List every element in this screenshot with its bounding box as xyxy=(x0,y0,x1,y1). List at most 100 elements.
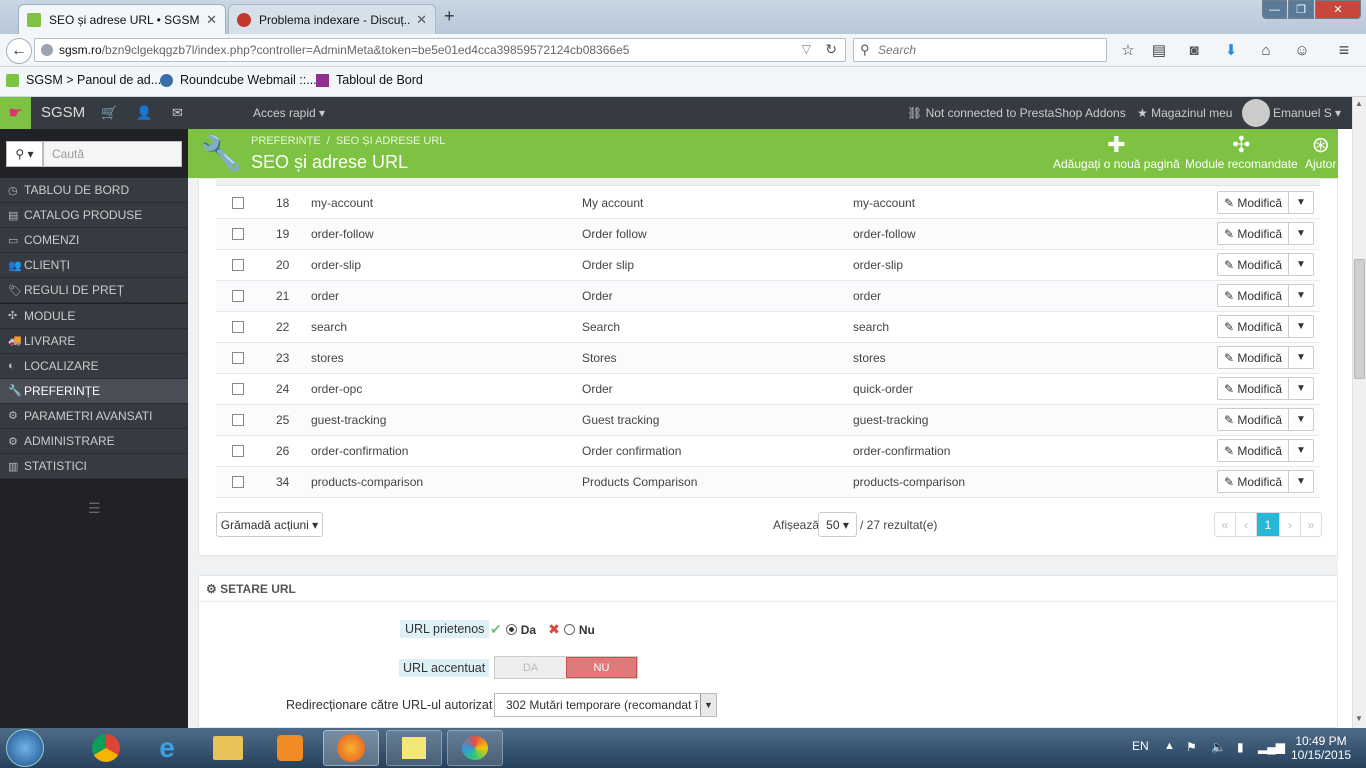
page-number[interactable]: 1 xyxy=(1257,513,1279,536)
row-checkbox[interactable] xyxy=(232,414,244,426)
sidebar-item[interactable]: 🚚 LIVRARE xyxy=(0,328,188,354)
edit-button[interactable]: ✎ Modifică xyxy=(1218,440,1289,461)
caret-down-icon[interactable]: ▼ xyxy=(1289,321,1313,332)
pocket-icon[interactable]: ◙ xyxy=(1184,40,1204,60)
row-checkbox[interactable] xyxy=(232,197,244,209)
caret-down-icon[interactable]: ▼ xyxy=(1289,445,1313,456)
close-tab-icon[interactable]: ✕ xyxy=(416,12,427,28)
sidebar-item[interactable]: ▤ CATALOG PRODUSE xyxy=(0,203,188,229)
maximize-button[interactable]: ❐ xyxy=(1288,0,1314,19)
bookmark-item[interactable]: SGSM > Panoul de ad... xyxy=(6,73,161,87)
close-tab-icon[interactable]: ✕ xyxy=(206,12,217,28)
next-page-icon[interactable]: › xyxy=(1279,513,1300,536)
brand-name[interactable]: SGSM xyxy=(41,104,85,121)
row-checkbox[interactable] xyxy=(232,321,244,333)
search-type-dropdown[interactable]: ⚲ ▾ xyxy=(6,141,43,167)
menu-icon[interactable]: ≡ xyxy=(1334,40,1354,60)
sidebar-item[interactable]: 🔧 PREFERINȚE xyxy=(0,378,188,404)
chevron-down-icon[interactable]: ▼ xyxy=(700,694,716,716)
browser-tab-active[interactable]: SEO și adrese URL • SGSM ✕ xyxy=(18,4,226,34)
caret-down-icon[interactable]: ▼ xyxy=(1289,352,1313,363)
orders-cart-icon[interactable]: 🛒 xyxy=(101,105,117,121)
clock[interactable]: 10:49 PM 10/15/2015 xyxy=(1291,734,1351,762)
explorer-app[interactable] xyxy=(200,730,256,766)
breadcrumb-item[interactable]: SEO ȘI ADRESE URL xyxy=(336,135,445,147)
action-center-icon[interactable]: ⚑ xyxy=(1186,740,1197,754)
sidebar-item[interactable]: ◐ LOCALIZARE xyxy=(0,353,188,379)
chrome-app[interactable] xyxy=(78,730,134,766)
paint-app[interactable] xyxy=(447,730,503,766)
home-icon[interactable]: ⌂ xyxy=(1256,40,1276,60)
back-button[interactable]: ← xyxy=(6,38,32,64)
sidebar-item[interactable]: 👥 CLIENȚI xyxy=(0,253,188,279)
collapse-menu-icon[interactable]: ☰ xyxy=(88,500,101,517)
logo-icon[interactable]: ☛ xyxy=(0,97,31,129)
caret-down-icon[interactable]: ▼ xyxy=(1289,290,1313,301)
sidebar-item[interactable]: ▭ COMENZI xyxy=(0,228,188,254)
media-app[interactable] xyxy=(262,730,318,766)
browser-search-input[interactable]: ⚲ Search xyxy=(853,38,1107,62)
per-page-dropdown[interactable]: 50 ▾ xyxy=(818,512,857,537)
row-checkbox[interactable] xyxy=(232,445,244,457)
row-checkbox[interactable] xyxy=(232,290,244,302)
last-page-icon[interactable]: » xyxy=(1300,513,1321,536)
caret-down-icon[interactable]: ▼ xyxy=(1289,476,1313,487)
scroll-thumb[interactable] xyxy=(1354,259,1365,379)
site-info-icon[interactable] xyxy=(41,44,53,56)
quick-access-menu[interactable]: Acces rapid ▾ xyxy=(253,106,325,120)
reading-list-icon[interactable]: ▤ xyxy=(1149,40,1169,60)
bookmark-item[interactable]: Roundcube Webmail ::... xyxy=(160,73,317,87)
caret-down-icon[interactable]: ▼ xyxy=(1289,383,1313,394)
row-checkbox[interactable] xyxy=(232,476,244,488)
downloads-icon[interactable]: ⬇ xyxy=(1221,40,1241,60)
breadcrumb-item[interactable]: PREFERINȚE xyxy=(251,135,321,147)
network-icon[interactable]: ▂▄▆ xyxy=(1258,740,1285,754)
toggle-no[interactable]: NU xyxy=(565,657,637,678)
edit-button[interactable]: ✎ Modifică xyxy=(1218,316,1289,337)
toggle-yes[interactable]: DA xyxy=(495,657,566,678)
user-menu[interactable]: Emanuel S ▾ xyxy=(1273,106,1341,120)
recommended-modules-button[interactable]: ✣ Module recomandate xyxy=(1185,133,1298,172)
sidebar-item[interactable]: ⚙ PARAMETRI AVANSATI xyxy=(0,403,188,429)
sidebar-item[interactable]: ◷ TABLOU DE BORD xyxy=(0,178,188,203)
reload-icon[interactable]: ↻ xyxy=(825,41,837,58)
caret-down-icon[interactable]: ▼ xyxy=(1289,197,1313,208)
sidebar-search-input[interactable]: Caută xyxy=(43,141,182,167)
close-window-button[interactable]: ✕ xyxy=(1315,0,1361,19)
accented-url-toggle[interactable]: DA NU xyxy=(494,656,638,679)
my-store-link[interactable]: ★ Magazinul meu xyxy=(1137,106,1232,120)
page-scrollbar[interactable]: ▲ ▼ xyxy=(1352,97,1366,728)
browser-tab[interactable]: Problema indexare - Discuț... ✕ xyxy=(228,4,436,34)
ie-app[interactable]: e xyxy=(139,730,195,766)
sidebar-item[interactable]: 🏷 REGULI DE PREȚ xyxy=(0,278,188,304)
prev-page-icon[interactable]: ‹ xyxy=(1236,513,1257,536)
help-button[interactable]: ⊛ Ajutor xyxy=(1305,133,1336,172)
caret-down-icon[interactable]: ▼ xyxy=(1289,414,1313,425)
radio-yes[interactable] xyxy=(505,624,517,635)
minimize-button[interactable]: — xyxy=(1262,0,1287,19)
battery-icon[interactable]: ▮ xyxy=(1237,740,1244,754)
bookmark-item[interactable]: Tabloul de Bord xyxy=(316,73,423,87)
address-bar[interactable]: sgsm.ro/bzn9clgekqgzb7l/index.php?contro… xyxy=(34,38,846,62)
sidebar-item[interactable]: ✣ MODULE xyxy=(0,303,188,329)
scroll-up-icon[interactable]: ▲ xyxy=(1355,99,1363,108)
firefox-app[interactable] xyxy=(323,730,379,766)
edit-button[interactable]: ✎ Modifică xyxy=(1218,471,1289,492)
row-checkbox[interactable] xyxy=(232,383,244,395)
messages-icon[interactable]: ✉ xyxy=(172,105,183,121)
scroll-down-icon[interactable]: ▼ xyxy=(1355,714,1363,723)
redirect-select[interactable]: 302 Mutări temporare (recomandat î ▼ xyxy=(494,693,717,717)
language-indicator[interactable]: EN xyxy=(1132,739,1149,753)
sidebar-item[interactable]: ⚙ ADMINISTRARE xyxy=(0,429,188,454)
bookmark-star-icon[interactable]: ☆ xyxy=(1118,40,1138,60)
edit-button[interactable]: ✎ Modifică xyxy=(1218,409,1289,430)
edit-button[interactable]: ✎ Modifică xyxy=(1218,254,1289,275)
dropdown-arrow-icon[interactable]: ▽ xyxy=(802,42,811,56)
edit-button[interactable]: ✎ Modifică xyxy=(1218,285,1289,306)
hello-chat-icon[interactable]: ☺ xyxy=(1292,40,1312,60)
caret-down-icon[interactable]: ▼ xyxy=(1289,259,1313,270)
avatar[interactable] xyxy=(1242,99,1270,127)
add-new-page-button[interactable]: ✚ Adăugați o nouă pagină xyxy=(1053,133,1180,172)
addons-status[interactable]: ⛓ Not connected to PrestaShop Addons xyxy=(907,106,1126,120)
edit-button[interactable]: ✎ Modifică xyxy=(1218,223,1289,244)
